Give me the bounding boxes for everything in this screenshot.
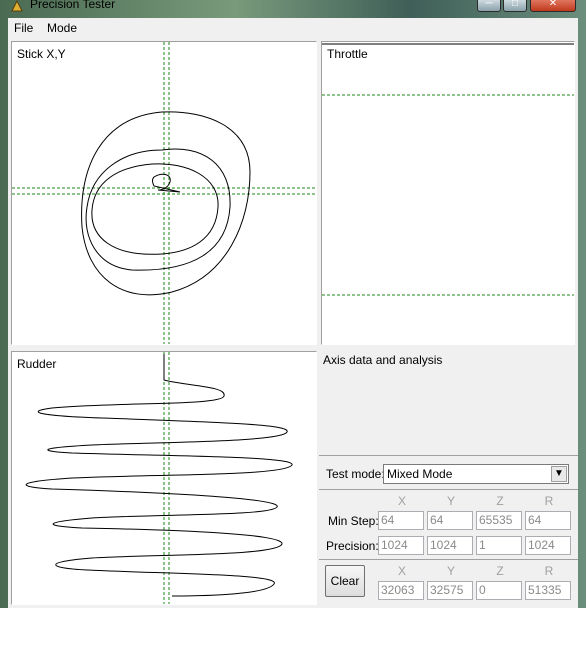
throttle-panel: Throttle (321, 41, 575, 345)
stick-trace-middle (85, 148, 231, 271)
app-icon (11, 0, 23, 12)
col-head-r: R (544, 494, 554, 508)
current-y-field[interactable]: 32575 (427, 581, 473, 600)
col-head-x: X (397, 494, 406, 508)
precision-z-field[interactable]: 1 (476, 536, 522, 555)
stick-trace-inner (91, 163, 219, 255)
analysis-heading: Axis data and analysis (323, 353, 443, 367)
minimize-button[interactable]: ─ (477, 0, 501, 12)
test-mode-value: Mixed Mode (387, 467, 453, 481)
maximize-icon: □ (511, 0, 519, 9)
precision-r-field[interactable]: 1024 (525, 536, 571, 555)
col-head-y-2: Y (446, 564, 455, 578)
col-head-x-2: X (397, 564, 406, 578)
rudder-plot (25, 352, 293, 604)
close-icon: ✕ (548, 0, 558, 9)
separator-3 (319, 559, 578, 560)
current-z-field[interactable]: 0 (476, 581, 522, 600)
menu-mode[interactable]: Mode (47, 21, 77, 35)
precision-x-field[interactable]: 1024 (378, 536, 424, 555)
close-button[interactable]: ✕ (530, 0, 576, 12)
test-mode-label: Test mode: (326, 467, 385, 481)
minimize-icon: ─ (485, 0, 493, 9)
min-step-r-field[interactable]: 64 (525, 511, 571, 530)
min-step-y-field[interactable]: 64 (427, 511, 473, 530)
menu-bar: File Mode (8, 18, 578, 38)
stick-trace-outer (81, 111, 251, 296)
rudder-trace (25, 354, 293, 597)
col-head-z: Z (496, 494, 504, 508)
separator-2 (319, 489, 578, 490)
min-step-z-field[interactable]: 65535 (476, 511, 522, 530)
stick-trace-center (152, 173, 181, 193)
app-window: Precision Tester ─ □ ✕ File Mode Stick X… (0, 0, 586, 608)
menu-file[interactable]: File (14, 21, 33, 35)
precision-y-field[interactable]: 1024 (427, 536, 473, 555)
col-head-r-2: R (544, 564, 554, 578)
client-area: File Mode Stick X,Y Throttle Rudder Axis… (8, 18, 578, 608)
test-mode-select[interactable]: Mixed Mode ▼ (383, 464, 569, 484)
clear-button[interactable]: Clear (325, 565, 365, 597)
throttle-plot (322, 43, 574, 296)
min-step-label: Min Step: (328, 514, 379, 528)
chevron-down-icon[interactable]: ▼ (551, 466, 567, 482)
current-r-field[interactable]: 51335 (525, 581, 571, 600)
precision-label: Precision: (326, 539, 379, 553)
window-title: Precision Tester (30, 0, 116, 11)
maximize-button[interactable]: □ (503, 0, 527, 12)
col-head-z-2: Z (496, 564, 504, 578)
rudder-panel: Rudder (11, 351, 317, 605)
separator-1 (319, 455, 578, 456)
min-step-x-field[interactable]: 64 (378, 511, 424, 530)
current-x-field[interactable]: 32063 (378, 581, 424, 600)
col-head-y: Y (446, 494, 455, 508)
stick-xy-panel: Stick X,Y (11, 41, 317, 345)
stick-xy-plot (12, 42, 316, 344)
title-bar[interactable]: Precision Tester ─ □ ✕ (0, 0, 586, 18)
